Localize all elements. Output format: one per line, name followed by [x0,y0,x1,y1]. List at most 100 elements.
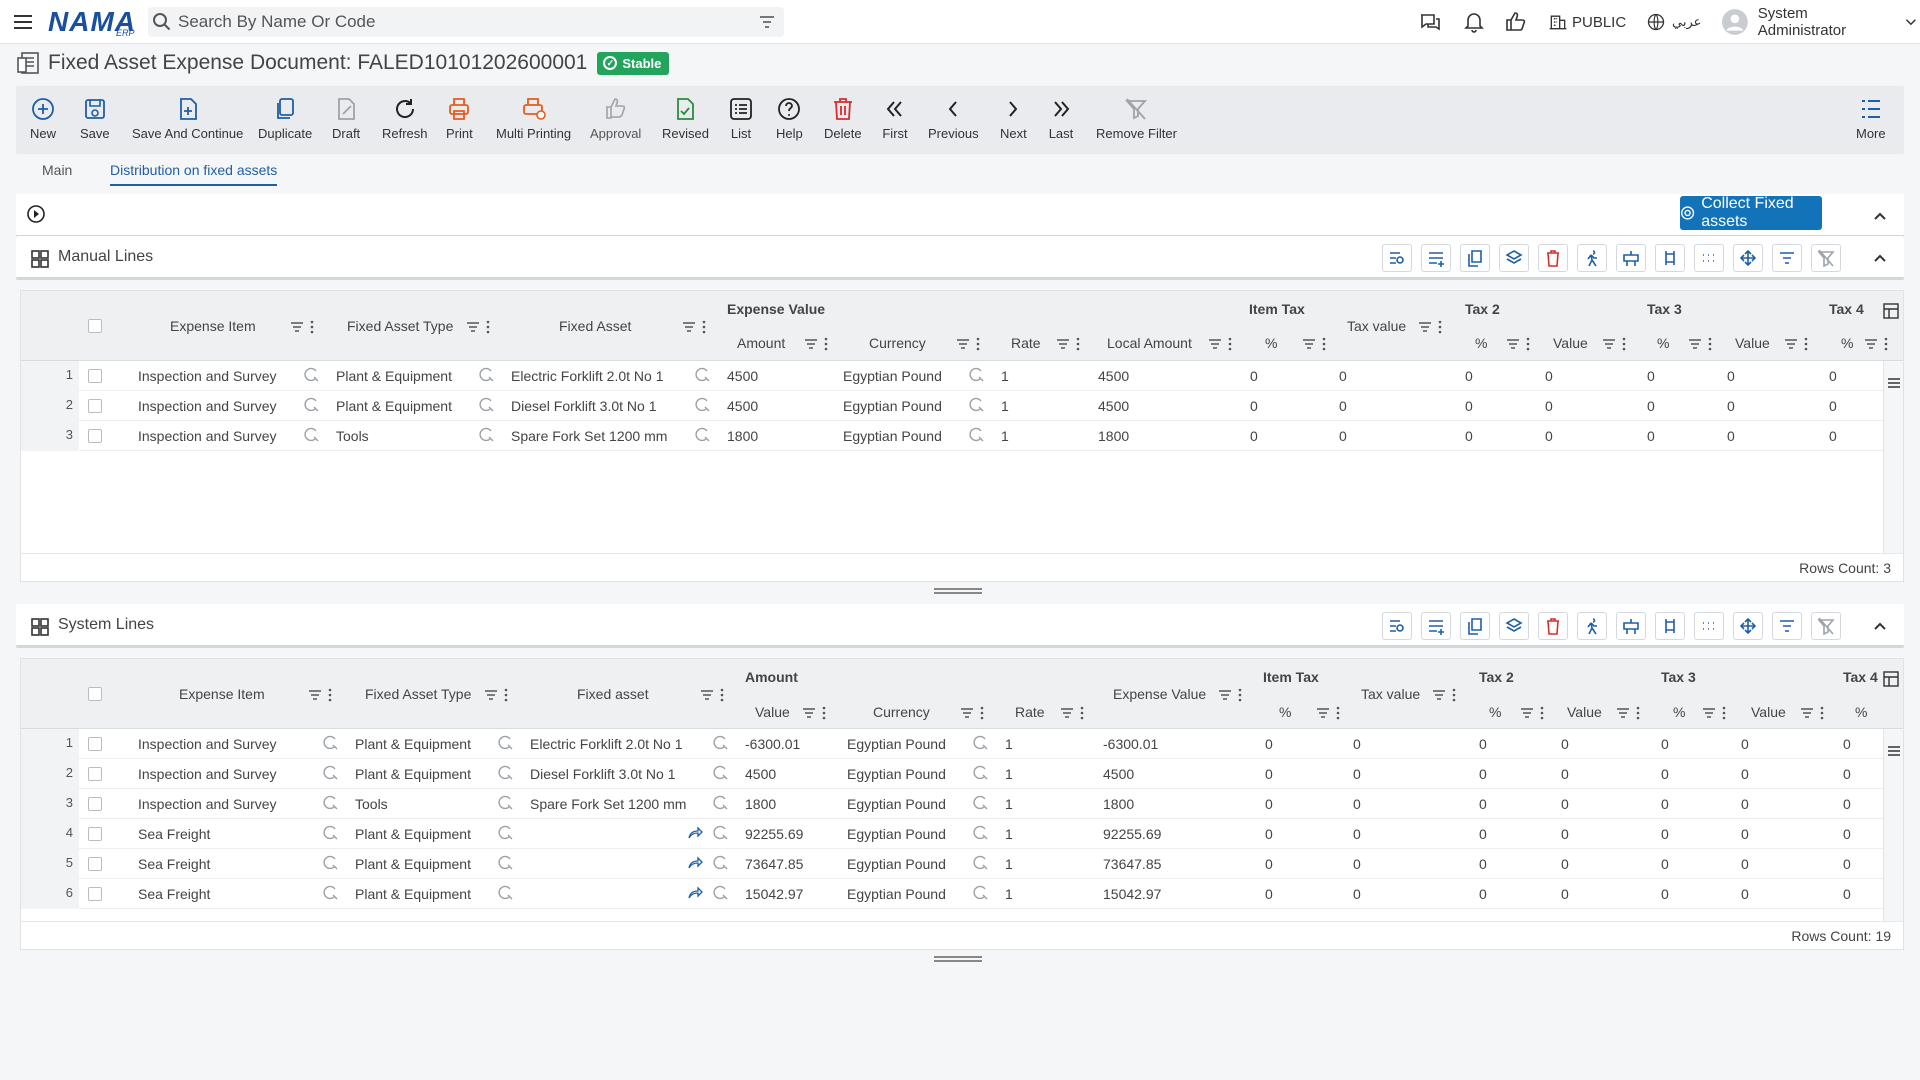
table-row[interactable]: 1 Inspection and Survey Plant & Equipment E… [21,729,1883,759]
move-button[interactable] [1733,612,1763,640]
cell-fixed-asset[interactable]: Electric Forklift 2.0t No 1 [511,368,664,384]
cell-rate[interactable]: 1 [1001,368,1009,384]
lookup-icon[interactable] [973,765,989,781]
cell-expense-value[interactable]: -6300.01 [1103,736,1158,752]
cell-tax2-value[interactable]: 0 [1561,856,1569,872]
lookup-icon[interactable] [713,885,729,901]
column-menu-icon[interactable] [823,336,829,352]
cell-tax2-value[interactable]: 0 [1561,826,1569,842]
cell-tax4-pct[interactable]: 0 [1829,398,1837,414]
column-menu-icon[interactable] [1721,705,1727,721]
cell-fixed-asset[interactable]: Electric Forklift 2.0t No 1 [530,736,683,752]
cell-tax3-pct[interactable]: 0 [1661,766,1669,782]
table-row[interactable]: 2 Inspection and Survey Plant & Equipment D… [21,759,1883,789]
cell-rate[interactable]: 1 [1001,428,1009,444]
cell-tax3-pct[interactable]: 0 [1661,856,1669,872]
menu-icon[interactable] [12,11,34,33]
cell-currency[interactable]: Egyptian Pound [847,826,946,842]
col-fixed-asset-type[interactable]: Fixed Asset Type [365,686,471,702]
cell-item-tax-pct[interactable]: 0 [1250,368,1258,384]
cell-fixed-asset-type[interactable]: Plant & Equipment [355,736,471,752]
cell-expense-item[interactable]: Sea Freight [138,886,210,902]
table-button[interactable] [1616,612,1646,640]
table-row[interactable]: 5 Sea Freight Plant & Equipment 73647.85 Egy… [21,849,1883,879]
cell-tax3-value[interactable]: 0 [1727,398,1735,414]
cell-local-amount[interactable]: 4500 [1098,398,1129,414]
lookup-icon[interactable] [498,735,514,751]
add-row-button[interactable] [1421,612,1451,640]
cell-item-tax-pct[interactable]: 0 [1265,826,1273,842]
cell-fixed-asset-type[interactable]: Tools [336,428,369,444]
table-row[interactable]: 4 Sea Freight Plant & Equipment 92255.69 Egy… [21,819,1883,849]
cell-fixed-asset-type[interactable]: Plant & Equipment [355,886,471,902]
column-filter-icon[interactable] [681,319,697,335]
lookup-icon[interactable] [498,825,514,841]
chevron-up-icon[interactable] [1870,206,1890,226]
cell-amount[interactable]: 4500 [727,368,758,384]
user-menu[interactable]: System Administrator [1722,5,1920,39]
cell-tax2-pct[interactable]: 0 [1465,398,1473,414]
lookup-icon[interactable] [695,397,711,413]
move-button[interactable] [1733,244,1763,272]
cell-tax3-pct[interactable]: 0 [1647,398,1655,414]
row-checkbox[interactable] [88,887,102,901]
col-rate[interactable]: Rate [1015,704,1045,720]
col-tax2-value[interactable]: Value [1553,335,1588,351]
lookup-icon[interactable] [479,427,495,443]
cell-currency[interactable]: Egyptian Pound [847,736,946,752]
col-tax4-pct[interactable]: % [1855,704,1867,720]
chevron-up-icon[interactable] [1870,248,1890,268]
col-item-tax-pct[interactable]: % [1279,704,1291,720]
cell-tax3-value[interactable]: 0 [1727,428,1735,444]
column-menu-icon[interactable] [1707,336,1713,352]
cell-value[interactable]: 15042.97 [745,886,803,902]
col-rate[interactable]: Rate [1011,335,1041,351]
lookup-icon[interactable] [498,855,514,871]
lookup-icon[interactable] [713,825,729,841]
cell-tax4-pct[interactable]: 0 [1843,826,1851,842]
cell-amount[interactable]: 1800 [727,428,758,444]
column-filter-icon[interactable] [1701,705,1717,721]
col-currency[interactable]: Currency [869,335,926,351]
dots-grid-button[interactable] [1694,612,1724,640]
col-tax4-pct[interactable]: % [1841,335,1853,351]
table-row[interactable]: 2 Inspection and Survey Plant & Equipment D… [21,391,1883,421]
column-filter-icon[interactable] [1217,687,1233,703]
cell-fixed-asset-type[interactable]: Plant & Equipment [355,856,471,872]
cell-value[interactable]: 1800 [745,796,776,812]
lookup-icon[interactable] [323,765,339,781]
cell-amount[interactable]: 4500 [727,398,758,414]
col-tax3-pct[interactable]: % [1673,704,1685,720]
cell-fixed-asset-type[interactable]: Tools [355,796,388,812]
row-checkbox[interactable] [88,857,102,871]
logo[interactable]: NAMA ERP [48,6,136,38]
cell-tax2-value[interactable]: 0 [1545,368,1553,384]
filter-off-button[interactable] [1811,612,1841,640]
column-filter-icon[interactable] [1417,319,1433,335]
lookup-icon[interactable] [323,795,339,811]
more-button[interactable]: More [1856,96,1886,141]
cell-tax2-pct[interactable]: 0 [1479,736,1487,752]
table-row[interactable]: 6 Sea Freight Plant & Equipment 15042.97 Egy… [21,879,1883,909]
lookup-icon[interactable] [695,367,711,383]
column-filter-icon[interactable] [1783,336,1799,352]
column-filter-icon[interactable] [1687,336,1703,352]
cell-item-tax-pct[interactable]: 0 [1250,398,1258,414]
cell-item-tax-pct[interactable]: 0 [1265,766,1273,782]
cell-tax2-pct[interactable]: 0 [1479,826,1487,842]
cell-tax3-value[interactable]: 0 [1741,766,1749,782]
lookup-icon[interactable] [695,427,711,443]
lookup-icon[interactable] [713,795,729,811]
cell-rate[interactable]: 1 [1005,856,1013,872]
row-checkbox[interactable] [88,369,102,383]
lookup-icon[interactable] [973,885,989,901]
column-menu-icon[interactable] [1451,687,1457,703]
lookup-icon[interactable] [969,397,985,413]
trash-button[interactable] [1538,612,1568,640]
share-icon[interactable] [687,885,703,901]
cell-tax2-pct[interactable]: 0 [1465,368,1473,384]
col-expense-value[interactable]: Expense Value [1113,686,1206,702]
trash-button[interactable] [1538,244,1568,272]
column-menu-icon[interactable] [1621,336,1627,352]
columns-icon[interactable] [1883,671,1899,687]
